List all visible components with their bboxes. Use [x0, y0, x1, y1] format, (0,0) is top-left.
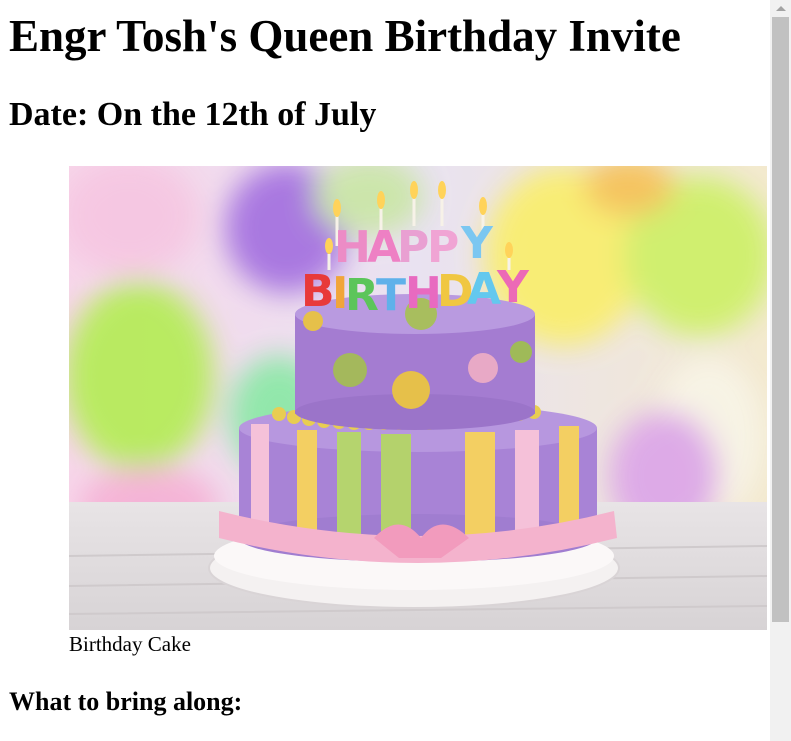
page-content: Engr Tosh's Queen Birthday Invite Date: …	[0, 0, 770, 741]
svg-text:R: R	[345, 270, 379, 321]
svg-text:A: A	[467, 264, 501, 315]
what-to-bring-heading: What to bring along:	[9, 687, 243, 716]
scrollbar-thumb[interactable]	[772, 17, 789, 622]
page-title: Engr Tosh's Queen Birthday Invite	[9, 11, 681, 61]
figure-caption: Birthday Cake	[69, 632, 191, 656]
svg-text:Y: Y	[496, 262, 530, 313]
date-heading: Date: On the 12th of July	[9, 96, 377, 133]
birthday-cake-image: HA PP Y BI RT HD AY	[69, 166, 767, 630]
svg-text:H: H	[334, 222, 371, 273]
triangle-up-icon	[775, 6, 786, 11]
svg-text:A: A	[367, 222, 401, 273]
svg-text:T: T	[376, 270, 406, 321]
svg-text:Y: Y	[460, 218, 494, 269]
vertical-scrollbar[interactable]	[770, 0, 791, 741]
svg-text:P: P	[397, 222, 429, 273]
scroll-up-button[interactable]	[770, 0, 791, 17]
svg-text:B: B	[301, 266, 335, 317]
cake-figure: HA PP Y BI RT HD AY Birthday Cake	[69, 166, 767, 656]
